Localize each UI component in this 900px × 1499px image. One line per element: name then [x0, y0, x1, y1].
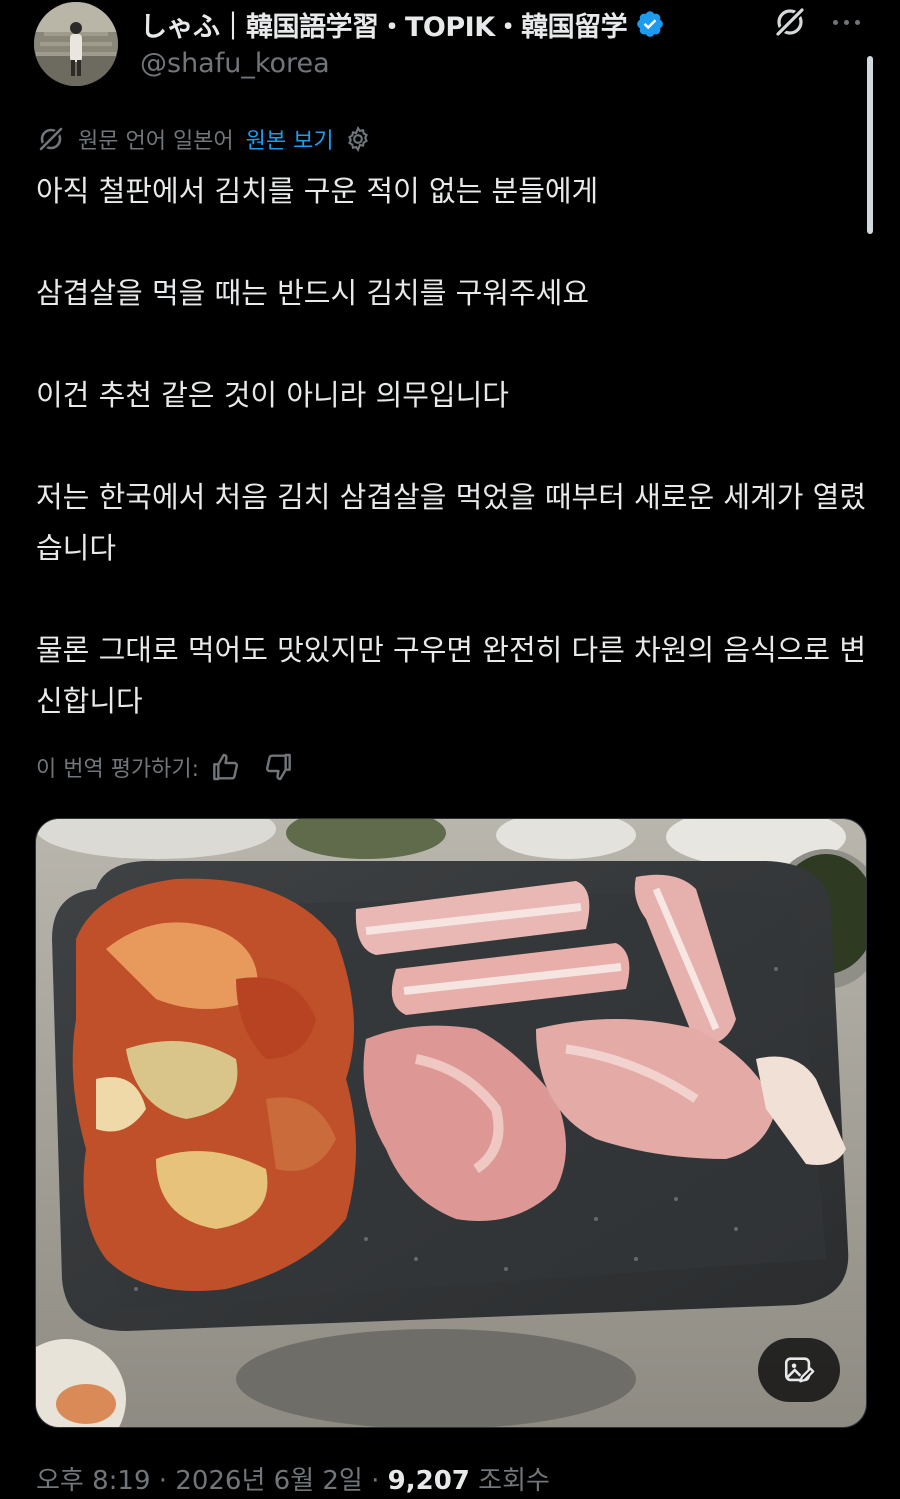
tweet-date[interactable]: 2026년 6월 2일	[175, 1466, 363, 1496]
translate-icon	[37, 125, 65, 153]
tweet-paragraph: 물론 그대로 먹어도 맛있지만 구우면 완전히 다른 차원의 음식으로 변신합니…	[36, 633, 867, 718]
tweet-paragraph: 아직 철판에서 김치를 구운 적이 없는 분들에게	[36, 174, 599, 208]
verified-badge-icon	[637, 11, 663, 37]
rate-translation-label: 이 번역 평가하기:	[36, 757, 200, 782]
translation-source-label: 원문 언어 일본어	[78, 129, 234, 154]
views-label: 조회수	[478, 1466, 550, 1496]
tweet-paragraph: 삼겹살을 먹을 때는 반드시 김치를 구워주세요	[36, 276, 590, 310]
tweet-photo[interactable]	[35, 818, 867, 1428]
view-original-link[interactable]: 원본 보기	[246, 123, 334, 155]
rate-translation: 이 번역 평가하기:	[36, 748, 295, 786]
tweet-header: しゃふ｜韓国語学習・TOPIK・韓国留学 @shafu_korea	[0, 0, 900, 100]
meta-separator: ·	[371, 1466, 380, 1496]
display-name[interactable]: しゃふ｜韓国語学習・TOPIK・韓国留学	[140, 5, 628, 44]
translation-info: 원문 언어 일본어 원본 보기	[36, 120, 372, 158]
author-handle[interactable]: @shafu_korea	[140, 48, 330, 79]
avatar[interactable]	[34, 2, 118, 86]
thumbs-up-icon[interactable]	[209, 751, 241, 783]
more-icon[interactable]	[826, 6, 866, 38]
tweet-time[interactable]: 오후 8:19	[36, 1466, 151, 1496]
thumbs-down-icon[interactable]	[263, 751, 295, 783]
author-name-row[interactable]: しゃふ｜韓国語学習・TOPIK・韓国留学	[140, 4, 665, 44]
image-edit-icon[interactable]	[758, 1338, 840, 1402]
gear-icon[interactable]	[344, 125, 372, 153]
tweet-text: 아직 철판에서 김치를 구운 적이 없는 분들에게 삼겹살을 먹을 때는 반드시…	[36, 166, 866, 727]
grok-icon[interactable]	[772, 4, 808, 40]
views-count: 9,207	[387, 1466, 470, 1496]
tweet-paragraph: 저는 한국에서 처음 김치 삼겹살을 먹었을 때부터 새로운 세계가 열렸습니다	[36, 480, 867, 565]
meta-separator: ·	[158, 1466, 168, 1496]
tweet-meta: 오후 8:19 · 2026년 6월 2일 · 9,207 조회수	[36, 1460, 550, 1499]
tweet-paragraph: 이건 추천 같은 것이 아니라 의무입니다	[36, 378, 509, 412]
scrollbar[interactable]	[867, 56, 873, 234]
